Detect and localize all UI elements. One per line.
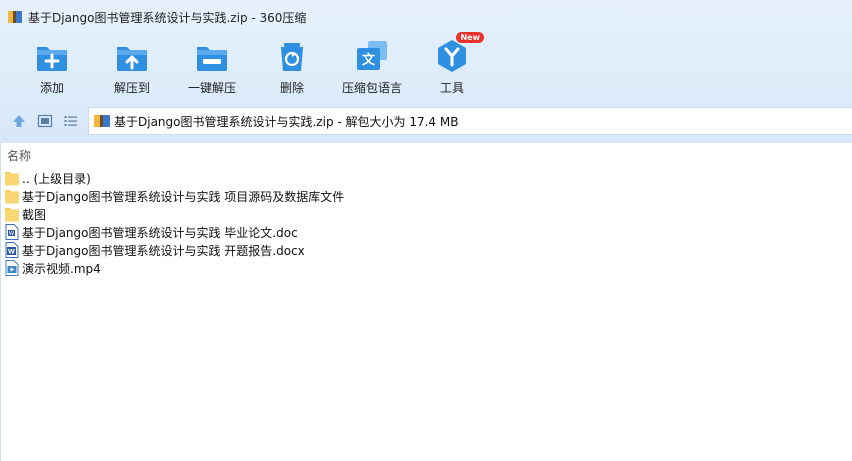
list-item[interactable]: .. (上级目录) xyxy=(5,169,344,187)
extract-to-label: 解压到 xyxy=(113,81,150,95)
view-list-icon[interactable] xyxy=(63,113,79,129)
view-thumbnail-icon[interactable] xyxy=(37,113,53,129)
svg-text:W: W xyxy=(8,248,15,256)
file-name: 基于Django图书管理系统设计与实践 毕业论文.doc xyxy=(22,225,298,240)
one-click-extract-label: 一键解压 xyxy=(187,81,236,95)
file-list: .. (上级目录) 基于Django图书管理系统设计与实践 项目源码及数据库文件… xyxy=(5,169,344,277)
doc-file-icon: W xyxy=(5,224,19,240)
archive-language-button[interactable]: 文 压缩包语言 xyxy=(337,38,407,98)
extract-to-icon xyxy=(117,47,147,71)
title-bar: 基于Django图书管理系统设计与实践.zip - 360压缩 xyxy=(0,0,852,34)
list-item[interactable]: W 基于Django图书管理系统设计与实践 开题报告.docx xyxy=(5,241,344,259)
zip-archive-icon xyxy=(8,11,22,23)
delete-icon xyxy=(281,43,303,71)
list-item[interactable]: W 基于Django图书管理系统设计与实践 毕业论文.doc xyxy=(5,223,344,241)
svg-text:W: W xyxy=(9,231,15,237)
address-bar[interactable]: 基于Django图书管理系统设计与实践.zip - 解包大小为 17.4 MB xyxy=(88,107,852,135)
file-name: 演示视频.mp4 xyxy=(22,261,101,276)
add-button[interactable]: 添加 xyxy=(17,38,87,98)
tools-button[interactable]: New 工具 xyxy=(417,32,487,98)
list-item[interactable]: 演示视频.mp4 xyxy=(5,259,344,277)
window-title: 基于Django图书管理系统设计与实践.zip - 360压缩 xyxy=(28,10,307,25)
add-label: 添加 xyxy=(39,81,64,95)
folder-icon xyxy=(5,172,19,186)
column-header-name[interactable]: 名称 xyxy=(7,147,31,164)
toolbar: 添加 解压到 一键解压 删除 文 压缩包语言 New 工具 xyxy=(0,32,852,98)
folder-icon xyxy=(5,190,19,204)
delete-button[interactable]: 删除 xyxy=(257,38,327,98)
new-badge: New xyxy=(456,32,484,43)
zip-archive-icon xyxy=(94,115,110,127)
list-item[interactable]: 基于Django图书管理系统设计与实践 项目源码及数据库文件 xyxy=(5,187,344,205)
file-name: .. (上级目录) xyxy=(22,171,91,186)
extract-to-button[interactable]: 解压到 xyxy=(97,38,167,98)
tools-icon xyxy=(438,40,466,72)
delete-label: 删除 xyxy=(279,81,304,95)
svg-text:文: 文 xyxy=(362,52,376,68)
up-arrow-icon[interactable] xyxy=(11,113,27,129)
add-icon xyxy=(37,47,67,71)
list-item[interactable]: 截图 xyxy=(5,205,344,223)
tools-label: 工具 xyxy=(439,81,464,95)
one-click-extract-button[interactable]: 一键解压 xyxy=(177,38,247,98)
one-click-extract-icon xyxy=(197,47,227,71)
file-name: 基于Django图书管理系统设计与实践 项目源码及数据库文件 xyxy=(22,189,345,204)
folder-icon xyxy=(5,208,19,222)
navigation-bar: 基于Django图书管理系统设计与实践.zip - 解包大小为 17.4 MB xyxy=(0,106,852,136)
file-name: 截图 xyxy=(22,207,47,222)
docx-file-icon: W xyxy=(5,242,19,258)
video-file-icon xyxy=(5,260,19,276)
archive-language-icon: 文 xyxy=(357,41,387,70)
file-list-pane: 名称 .. (上级目录) 基于Django图书管理系统设计与实践 项目源码及数据… xyxy=(0,143,852,461)
path-text: 基于Django图书管理系统设计与实践.zip - 解包大小为 17.4 MB xyxy=(114,114,459,129)
archive-language-label: 压缩包语言 xyxy=(341,81,402,95)
file-name: 基于Django图书管理系统设计与实践 开题报告.docx xyxy=(22,243,305,258)
